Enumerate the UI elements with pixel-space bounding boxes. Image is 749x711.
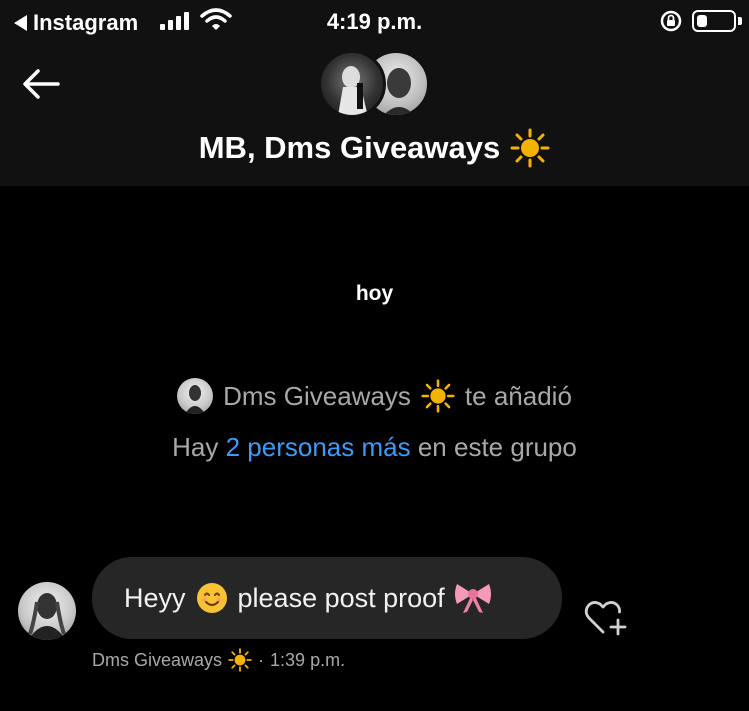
members-info: Hay 2 personas más en este grupo [0, 432, 749, 463]
system-message: Dms Giveaways te añadió [0, 378, 749, 414]
clock: 4:19 p.m. [326, 9, 423, 34]
members-link[interactable]: 2 personas más [226, 432, 411, 462]
members-suffix: en este grupo [417, 432, 577, 462]
members-prefix: Hay [172, 432, 219, 462]
sun-emoji-icon [228, 648, 252, 672]
date-separator: hoy [355, 282, 394, 305]
ribbon-emoji-icon [454, 584, 491, 613]
message-text-start: Heyy [124, 582, 186, 613]
avatar[interactable] [177, 378, 214, 414]
message-sender: Dms Giveaways [92, 649, 223, 670]
rotation-lock-icon [660, 10, 682, 32]
message-meta: Dms Giveaways · 1:39 p.m. [92, 648, 345, 672]
heart-plus-icon[interactable] [583, 598, 629, 638]
message-time: 1:39 p.m. [270, 649, 346, 670]
chat-screen: Instagram 4:19 p.m. MB, Dms Giveaways ho… [0, 0, 749, 711]
page-title[interactable]: MB, Dms Giveaways [0, 128, 749, 168]
smiling-face-emoji-icon [196, 583, 227, 613]
chat-header: MB, Dms Giveaways [0, 44, 749, 186]
battery-cap [738, 17, 742, 25]
avatar [318, 50, 386, 118]
avatar[interactable] [18, 582, 76, 640]
message-text-end: please post proof [237, 582, 445, 613]
system-action: te añadió [464, 380, 572, 411]
system-actor[interactable]: Dms Giveaways [223, 381, 411, 412]
battery-icon [692, 10, 736, 32]
sun-emoji-icon [510, 128, 550, 168]
meta-separator: · [258, 649, 265, 670]
sun-emoji-icon [421, 379, 455, 413]
group-name: MB, Dms Giveaways [198, 130, 501, 165]
group-avatars[interactable] [318, 50, 430, 118]
status-bar: Instagram 4:19 p.m. [0, 0, 749, 44]
arrow-left-icon[interactable] [18, 64, 64, 104]
message-bubble[interactable]: Heyy please post proof [92, 557, 562, 639]
battery-level [697, 15, 707, 27]
